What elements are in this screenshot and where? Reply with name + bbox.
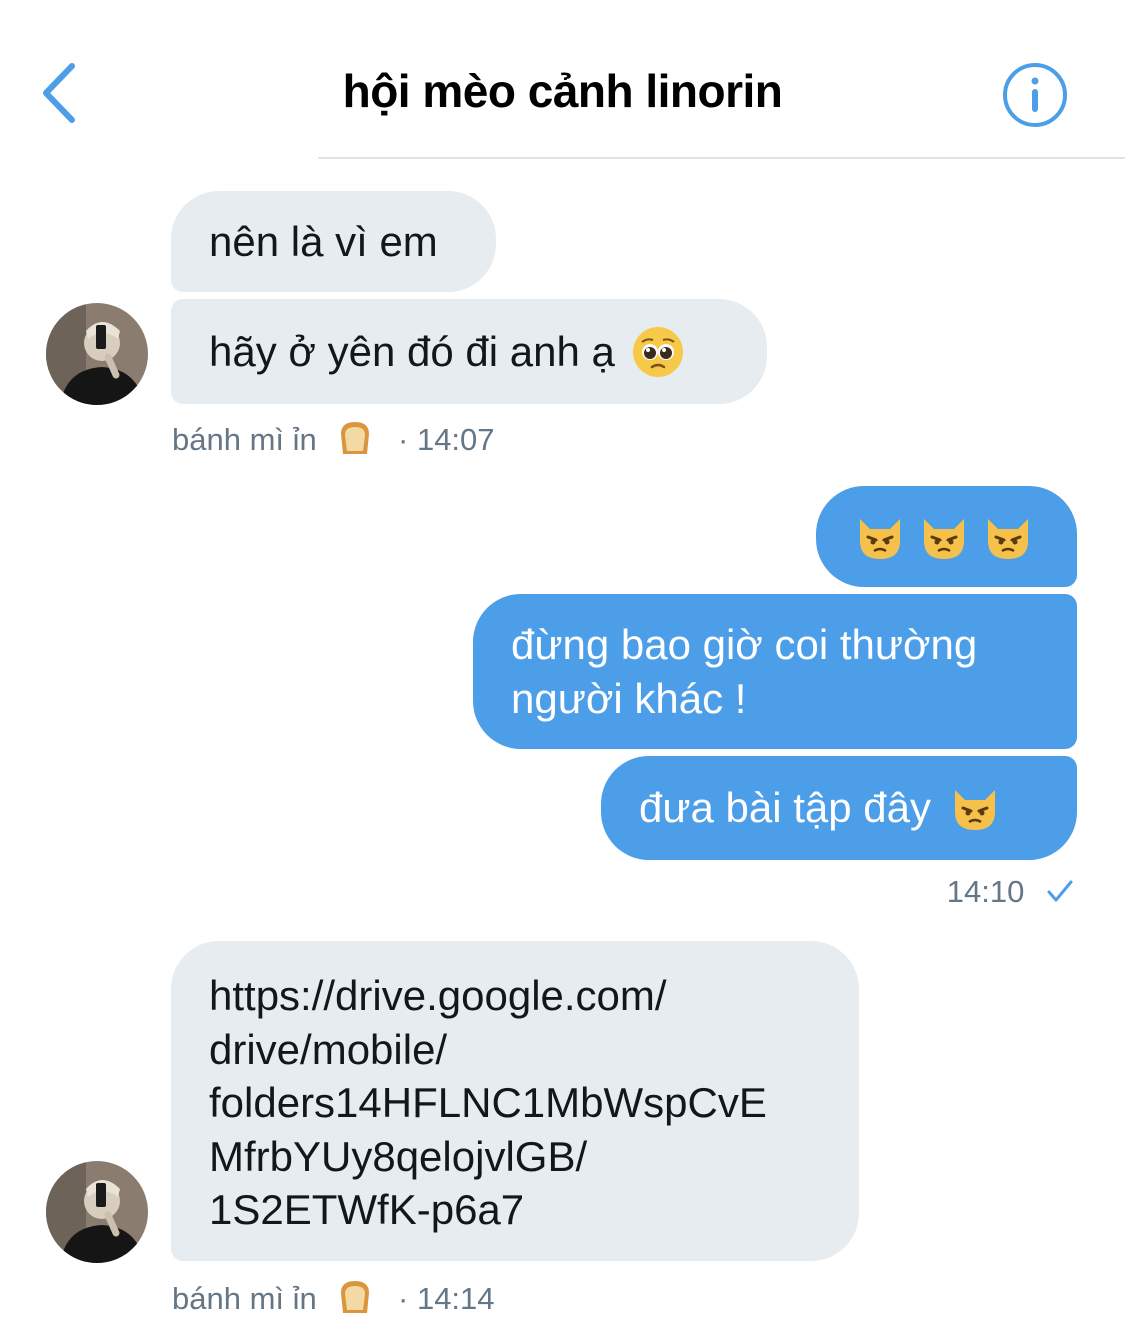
sender-avatar[interactable] — [46, 303, 148, 405]
conversation-title: hội mèo cảnh linorin — [342, 65, 783, 117]
message-meta: bánh mì ỉn · 14:14 — [172, 1277, 495, 1317]
pouting-cat-emoji-icon — [854, 511, 1034, 563]
bread-emoji-icon — [341, 422, 370, 454]
message-text: hãy ở yên đó đi anh ạ — [209, 327, 615, 375]
sender-avatar[interactable] — [46, 1161, 148, 1263]
message-line: drive/mobile/ — [209, 1025, 448, 1073]
check-icon — [1047, 880, 1073, 902]
message-time: 14:10 — [946, 874, 1025, 909]
conversation-header: hội mèo cảnh linorin — [0, 0, 1125, 159]
header-divider — [318, 157, 1125, 159]
sender-name: bánh mì ỉn — [172, 1281, 317, 1316]
message-line: người khác ! — [511, 674, 747, 722]
outgoing-message[interactable] — [816, 486, 1077, 587]
message-meta: 14:10 — [947, 874, 1075, 910]
message-line: đừng bao giờ coi thường — [511, 620, 978, 668]
sender-name: bánh mì ỉn — [172, 422, 317, 457]
pouting-cat-emoji-icon — [955, 790, 995, 830]
incoming-message[interactable]: hãy ở yên đó đi anh ạ — [171, 299, 767, 404]
message-line: 1S2ETWfK-p6a7 — [209, 1186, 525, 1233]
outgoing-message[interactable]: đưa bài tập đây — [601, 756, 1077, 860]
bread-emoji-icon — [341, 1281, 370, 1313]
message-time: · 14:14 — [398, 1281, 495, 1316]
info-icon[interactable] — [1000, 60, 1070, 130]
message-line: MfrbYUy8qelojvlGB/ — [209, 1132, 588, 1180]
pleading-face-emoji-icon — [632, 326, 683, 377]
incoming-message[interactable]: nên là vì em — [171, 191, 496, 292]
message-line: folders14HFLNC1MbWspCvE — [209, 1079, 767, 1126]
message-meta: bánh mì ỉn · 14:07 — [172, 418, 495, 458]
message-text: đưa bài tập đây — [639, 784, 931, 831]
message-link-text[interactable]: https://drive.google.com/ drive/mobile/ … — [209, 969, 767, 1237]
message-text: đừng bao giờ coi thường người khác ! — [511, 618, 977, 726]
outgoing-message[interactable]: đừng bao giờ coi thường người khác ! — [473, 594, 1077, 749]
message-time: · 14:07 — [398, 422, 495, 457]
incoming-message[interactable]: https://drive.google.com/ drive/mobile/ … — [171, 941, 859, 1261]
message-text: nên là vì em — [209, 217, 438, 265]
message-line: https://drive.google.com/ — [209, 972, 667, 1019]
